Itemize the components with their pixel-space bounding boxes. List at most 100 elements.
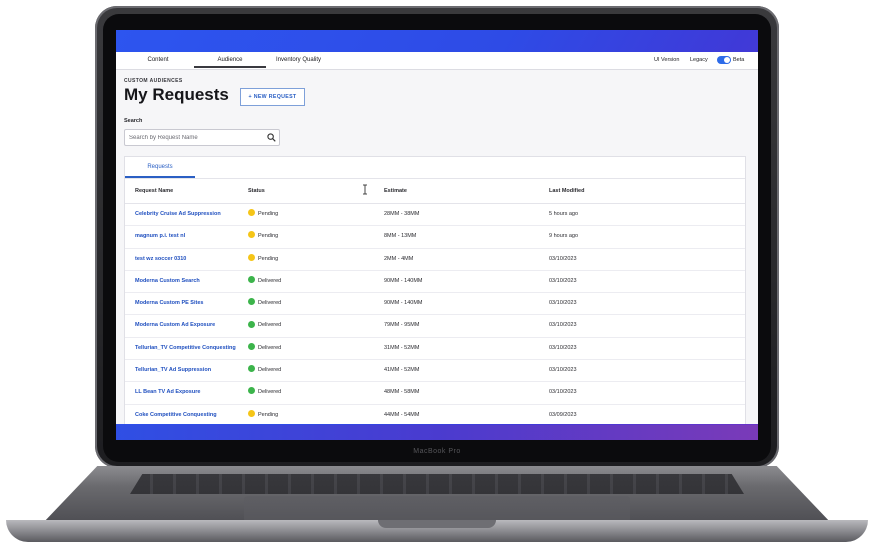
last-modified-cell: 5 hours ago [549, 211, 579, 217]
estimate-cell: 90MM - 140MM [384, 277, 423, 284]
column-header-last-modified[interactable]: Last Modified [549, 179, 584, 203]
status-cell: Pending [248, 226, 278, 247]
keyboard [130, 474, 744, 494]
estimate-cell: 79MM - 95MM [384, 322, 420, 329]
status-cell: Pending [248, 405, 278, 424]
estimate-cell: 31MM - 52MM [384, 344, 420, 351]
status-dot-icon [248, 342, 255, 350]
request-name-link[interactable]: LL Bean TV Ad Exposure [135, 382, 200, 403]
request-name-link[interactable]: Celebrity Cruise Ad Suppression [135, 204, 221, 225]
status-dot-icon [248, 320, 255, 328]
legacy-label: Legacy [690, 57, 708, 63]
status-label: Pending [258, 211, 279, 217]
last-modified-cell: 03/10/2023 [549, 344, 577, 351]
search-box [124, 129, 280, 146]
estimate-cell: 28MM - 38MM [384, 211, 420, 217]
last-modified-cell: 03/09/2023 [549, 411, 577, 418]
last-modified-cell: 03/10/2023 [549, 277, 577, 284]
tab-inventory-quality[interactable]: Inventory Quality [276, 52, 321, 68]
status-dot-icon [248, 387, 255, 395]
last-modified-cell: 03/10/2023 [549, 255, 577, 262]
table-row[interactable]: Celebrity Cruise Ad Suppression Pending 28… [125, 204, 745, 227]
request-name-link[interactable]: Tellurian_TV Competitive Conquesting [135, 338, 236, 359]
table-row[interactable]: Tellurian_TV Competitive Conquesting Deli… [125, 338, 745, 361]
request-name-link[interactable]: magnum p.i. test nl [135, 226, 185, 247]
status-dot-icon [248, 409, 255, 417]
status-label: Pending [258, 255, 279, 262]
estimate-cell: 2MM - 4MM [384, 255, 414, 262]
status-dot-icon [248, 275, 255, 283]
table-header: Request Name Status Estimate Last Modifi… [125, 179, 745, 204]
status-cell: Delivered [248, 293, 281, 314]
toggle-knob [724, 57, 730, 63]
request-name-link[interactable]: Moderna Custom Ad Exposure [135, 315, 215, 336]
status-label: Delivered [258, 389, 282, 396]
page-title: My Requests [124, 85, 229, 104]
estimate-cell: 90MM - 140MM [384, 300, 423, 307]
table-row[interactable]: Coke Competitive Conquesting Pending 44MM … [125, 405, 745, 424]
status-label: Delivered [258, 344, 282, 351]
estimate-cell: 8MM - 13MM [384, 233, 417, 240]
screen: Content Audience Inventory Quality UI Ve… [116, 30, 758, 440]
model-label: MacBook Pro [413, 448, 461, 455]
status-label: Pending [258, 411, 279, 418]
beta-label: Beta [733, 57, 745, 63]
table-row[interactable]: test wz soccer 0310 Pending 2MM - 4MM 03/10… [125, 249, 745, 271]
column-header-status[interactable]: Status [248, 179, 265, 203]
status-dot-icon [248, 298, 255, 306]
status-label: Pending [258, 233, 279, 240]
ui-version-toggle[interactable] [717, 56, 731, 64]
card-tabs: Requests [125, 157, 745, 179]
new-request-button[interactable]: + NEW REQUEST [240, 88, 305, 106]
status-label: Delivered [258, 367, 282, 374]
last-modified-cell: 9 hours ago [549, 233, 579, 240]
estimate-cell: 48MM - 58MM [384, 389, 420, 396]
estimate-cell: 41MM - 52MM [384, 367, 420, 374]
status-cell: Delivered [248, 338, 281, 359]
column-header-estimate[interactable]: Estimate [384, 179, 407, 203]
tab-content[interactable]: Content [146, 52, 170, 68]
screen-gradient [116, 425, 758, 440]
table-row[interactable]: Moderna Custom Ad Exposure Delivered 79MM … [125, 315, 745, 338]
trackpad [244, 496, 630, 522]
table-row[interactable]: magnum p.i. test nl Pending 8MM - 13MM 9 ho… [125, 226, 745, 249]
tab-requests[interactable]: Requests [125, 157, 195, 178]
status-cell: Delivered [248, 360, 281, 381]
table-row[interactable]: Moderna Custom PE Sites Delivered 90MM - 1… [125, 293, 745, 316]
status-dot-icon [248, 253, 255, 261]
search-label: Search [124, 118, 143, 124]
section-eyebrow: CUSTOM AUDIENCES [124, 78, 183, 84]
request-name-link[interactable]: Moderna Custom Search [135, 271, 200, 292]
status-label: Delivered [258, 322, 282, 329]
status-label: Delivered [258, 300, 282, 307]
status-cell: Delivered [248, 271, 281, 292]
status-dot-icon [248, 365, 255, 373]
status-label: Delivered [258, 277, 282, 284]
status-dot-icon [248, 231, 255, 239]
status-cell: Delivered [248, 382, 281, 403]
request-name-link[interactable]: Moderna Custom PE Sites [135, 293, 203, 314]
status-cell: Pending [248, 204, 278, 225]
search-input[interactable] [129, 130, 259, 145]
ui-version-label: UI Version [654, 57, 680, 63]
table-row[interactable]: LL Bean TV Ad Exposure Delivered 48MM - 58… [125, 382, 745, 405]
top-navigation: Content Audience Inventory Quality UI Ve… [116, 52, 758, 70]
table-row[interactable]: Moderna Custom Search Delivered 90MM - 140… [125, 271, 745, 294]
column-header-request-name[interactable]: Request Name [135, 179, 173, 203]
status-dot-icon [248, 209, 255, 217]
text-cursor-icon [363, 184, 367, 195]
last-modified-cell: 03/10/2023 [549, 322, 577, 329]
request-name-link[interactable]: Coke Competitive Conquesting [135, 405, 217, 424]
estimate-cell: 44MM - 54MM [384, 411, 420, 418]
status-cell: Delivered [248, 315, 281, 336]
request-name-link[interactable]: test wz soccer 0310 [135, 249, 186, 270]
table-row[interactable]: Tellurian_TV Ad Suppression Delivered 41MM… [125, 360, 745, 383]
request-name-link[interactable]: Tellurian_TV Ad Suppression [135, 360, 211, 381]
search-icon[interactable] [267, 133, 276, 142]
status-cell: Pending [248, 249, 278, 270]
tab-audience[interactable]: Audience [194, 52, 266, 68]
last-modified-cell: 03/10/2023 [549, 389, 577, 396]
lid-notch [378, 520, 496, 528]
requests-card: Requests Request Name Status Estimate La… [124, 156, 746, 424]
last-modified-cell: 03/10/2023 [549, 367, 577, 374]
